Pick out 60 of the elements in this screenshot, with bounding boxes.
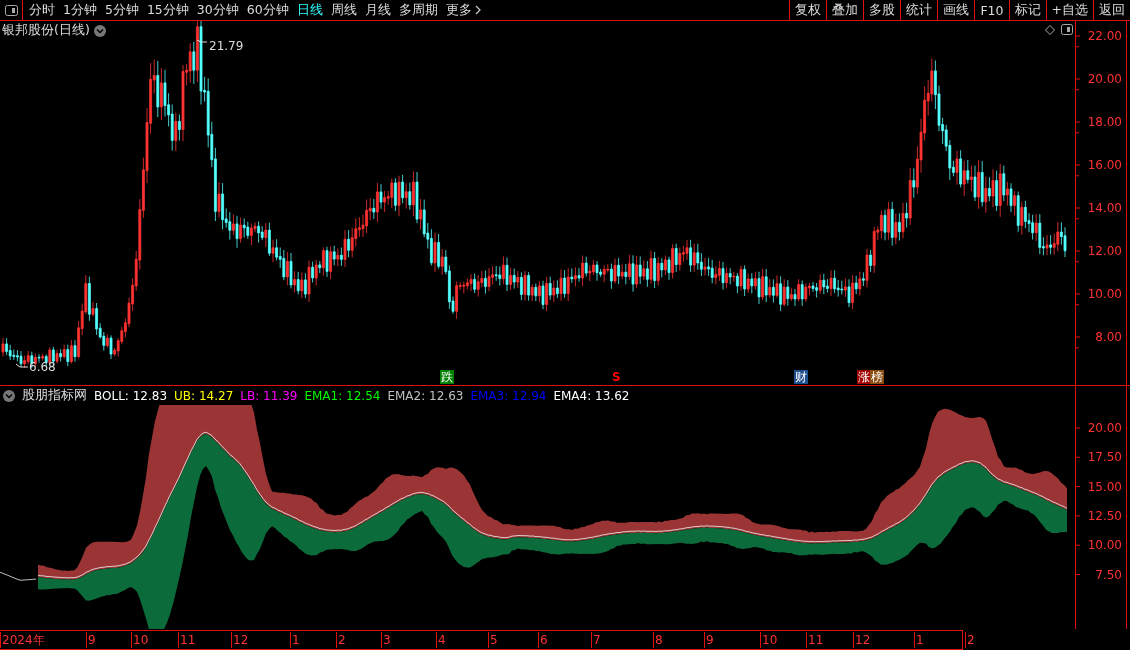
indicator-value: BOLL: 12.83: [94, 388, 168, 403]
time-axis-label: 9: [704, 632, 714, 648]
time-axis-label: 9: [86, 632, 96, 648]
time-axis-label: 1: [290, 632, 300, 648]
time-axis-label: 10: [760, 632, 778, 648]
period-tab[interactable]: 月线: [360, 1, 395, 19]
indicator-axis-label: 12.50: [1087, 508, 1122, 523]
time-axis-label: 2: [336, 632, 346, 648]
price-axis-label: 8.00: [1095, 330, 1122, 344]
price-axis-label: 16.00: [1087, 158, 1122, 172]
indicator-axis-label: 20.00: [1087, 421, 1122, 435]
period-tab[interactable]: 15分钟: [142, 1, 193, 19]
time-axis-label: 10: [131, 632, 149, 648]
indicator-value: UB: 14.27: [174, 388, 234, 403]
time-axis-label: 3: [381, 632, 391, 648]
chart-title: 银邦股份(日线): [2, 22, 90, 39]
price-axis-label: 18.00: [1087, 115, 1122, 129]
event-badge[interactable]: 涨: [857, 370, 871, 384]
period-tab[interactable]: 周线: [326, 1, 361, 19]
period-tab[interactable]: 1分钟: [59, 1, 101, 19]
high-price-label: 21.79: [209, 39, 244, 53]
time-axis-label: 8: [653, 632, 663, 648]
period-tab[interactable]: 多周期: [394, 1, 442, 19]
time-axis-label: 11: [178, 632, 196, 648]
low-price-label: 6.68: [29, 360, 56, 374]
period-tab[interactable]: 5分钟: [100, 1, 143, 19]
event-badge[interactable]: 财: [794, 370, 808, 384]
price-axis-label: 14.00: [1087, 201, 1122, 215]
period-tab[interactable]: 30分钟: [192, 1, 243, 19]
price-axis-label: 22.00: [1087, 29, 1122, 43]
time-axis-label: 12: [853, 632, 871, 648]
more-menu[interactable]: 更多: [441, 1, 485, 19]
indicator-value: EMA1: 12.54: [304, 388, 381, 403]
price-axis-label: 12.00: [1087, 244, 1122, 258]
indicator-axis-label: 10.00: [1087, 538, 1122, 553]
indicator-title: 股朋指标网: [22, 387, 87, 404]
time-axis-label: 11: [806, 632, 824, 648]
period-tab[interactable]: 日线: [292, 1, 327, 19]
indicator-value: EMA3: 12.94: [470, 388, 547, 403]
price-axis-label: 10.00: [1087, 287, 1122, 301]
indicator-value: EMA2: 12.63: [387, 388, 464, 403]
signal-mark[interactable]: S: [611, 370, 622, 384]
indicator-axis-label: 7.50: [1095, 567, 1122, 582]
time-axis-label: 4: [436, 632, 446, 648]
time-axis-label: 12: [231, 632, 249, 648]
time-axis-label: 6: [538, 632, 548, 648]
indicator-axis-label: 15.00: [1087, 479, 1122, 494]
period-tab[interactable]: 60分钟: [242, 1, 293, 19]
indicator-axis-label: 17.50: [1087, 450, 1122, 465]
price-axis-label: 20.00: [1087, 72, 1122, 86]
indicator-value: EMA4: 13.62: [553, 388, 630, 403]
indicator-value: LB: 11.39: [240, 388, 298, 403]
event-badge[interactable]: 榜: [870, 370, 884, 384]
time-axis-label: 7: [591, 632, 601, 648]
time-axis-label: 2024年: [0, 632, 45, 648]
time-axis-label: 5: [488, 632, 498, 648]
event-badge[interactable]: 跌: [440, 370, 454, 384]
time-axis-label: 1: [914, 632, 924, 648]
period-tab[interactable]: 分时: [25, 1, 59, 19]
time-axis-label: 2: [965, 632, 975, 648]
